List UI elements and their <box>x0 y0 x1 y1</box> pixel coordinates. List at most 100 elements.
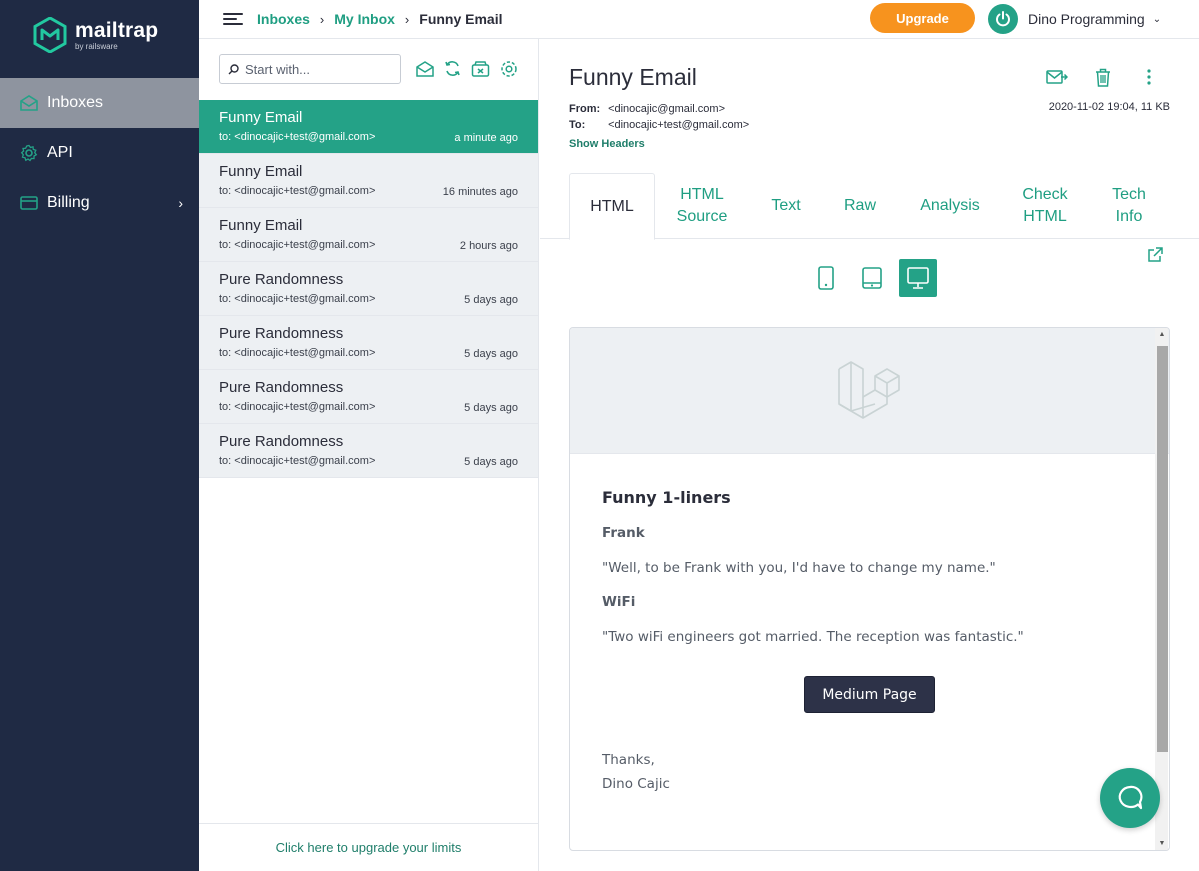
message-time: 2 hours ago <box>459 240 518 252</box>
email-banner <box>570 328 1169 454</box>
message-item[interactable]: Funny Email to: <dinocajic+test@gmail.co… <box>199 100 538 154</box>
medium-page-button[interactable]: Medium Page <box>804 676 935 713</box>
signature-line: Thanks, <box>602 752 655 768</box>
message-item[interactable]: Funny Email to: <dinocajic+test@gmail.co… <box>199 208 538 262</box>
mailtrap-logo-icon <box>33 17 67 53</box>
message-subject: Funny Email <box>219 217 303 234</box>
email-heading: Funny 1-liners <box>602 488 731 507</box>
message-actions <box>1045 65 1161 89</box>
gear-icon <box>19 143 39 163</box>
upgrade-limits-link[interactable]: Click here to upgrade your limits <box>199 823 538 871</box>
search-input[interactable] <box>245 61 395 77</box>
breadcrumb-separator: › <box>404 11 410 27</box>
more-options-icon[interactable] <box>1137 65 1161 89</box>
message-subject: Pure Randomness <box>219 271 344 288</box>
email-subheading: Frank <box>602 525 645 541</box>
message-date-size: 2020-11-02 19:04, 11 KB <box>1048 101 1170 113</box>
scroll-thumb[interactable] <box>1157 346 1168 752</box>
breadcrumb-my-inbox[interactable]: My Inbox <box>334 11 395 27</box>
message-meta: From: <dinocajic@gmail.com> To: <dinocaj… <box>569 101 749 133</box>
message-subject: Pure Randomness <box>219 325 344 342</box>
sidebar-nav: Inboxes API Billing › <box>0 78 199 228</box>
refresh-icon[interactable] <box>443 59 462 78</box>
tab-raw[interactable]: Raw <box>832 173 888 239</box>
chat-bubble-icon <box>1118 785 1143 810</box>
chevron-right-icon: › <box>178 195 183 211</box>
scroll-up-icon[interactable]: ▲ <box>1157 331 1167 338</box>
tab-analysis[interactable]: Analysis <box>910 173 990 239</box>
inbox-icon <box>19 93 39 113</box>
message-item[interactable]: Funny Email to: <dinocajic+test@gmail.co… <box>199 154 538 208</box>
open-new-window-icon[interactable] <box>1147 247 1165 265</box>
email-signature: Thanks, Dino Cajic <box>602 748 1137 796</box>
email-subheading: WiFi <box>602 594 636 610</box>
mailtrap-logo[interactable]: mailtrap by railsware <box>33 17 158 53</box>
top-bar: Inboxes › My Inbox › Funny Email Upgrade… <box>199 0 1199 39</box>
mark-read-icon[interactable] <box>415 59 434 78</box>
tab-html-source[interactable]: HTML Source <box>662 173 742 239</box>
message-time: 5 days ago <box>464 402 518 414</box>
mobile-view-icon[interactable] <box>807 259 845 297</box>
sidebar-item-billing[interactable]: Billing › <box>0 178 199 228</box>
sidebar-item-api[interactable]: API <box>0 128 199 178</box>
message-time: 5 days ago <box>464 348 518 360</box>
laravel-logo-icon <box>837 360 900 419</box>
message-list-pane: Funny Email to: <dinocajic+test@gmail.co… <box>199 39 539 871</box>
from-label: From: <box>569 103 601 115</box>
clear-inbox-icon[interactable] <box>471 59 490 78</box>
tab-check-html[interactable]: Check HTML <box>1013 173 1077 239</box>
message-subject: Pure Randomness <box>219 379 344 396</box>
breadcrumb-current: Funny Email <box>419 11 503 27</box>
to-address: <dinocajic+test@gmail.com> <box>608 119 750 131</box>
preview-scrollbar[interactable]: ▲ ▼ <box>1155 328 1168 850</box>
message-list: Funny Email to: <dinocajic+test@gmail.co… <box>199 100 538 478</box>
device-toggle <box>807 259 937 297</box>
email-body: Funny 1-liners Frank "Well, to be Frank … <box>570 454 1169 796</box>
power-icon <box>988 4 1018 34</box>
card-icon <box>19 193 39 213</box>
message-time: 5 days ago <box>464 456 518 468</box>
sidebar-item-label: API <box>47 144 73 161</box>
sidebar: mailtrap by railsware Inboxes API Billin… <box>0 0 199 871</box>
sidebar-item-label: Inboxes <box>47 94 104 111</box>
signature-line: Dino Cajic <box>602 776 670 792</box>
logo-subtitle: by railsware <box>75 41 118 51</box>
user-menu[interactable]: Dino Programming ⌄ <box>988 4 1161 34</box>
forward-email-icon[interactable] <box>1045 65 1069 89</box>
tab-tech-info[interactable]: Tech Info <box>1100 173 1158 239</box>
scroll-down-icon[interactable]: ▼ <box>1157 840 1167 847</box>
chat-support-button[interactable] <box>1100 768 1160 828</box>
message-subject: Funny Email <box>219 109 303 126</box>
trash-icon[interactable] <box>1091 65 1115 89</box>
search-box[interactable] <box>219 54 401 84</box>
sidebar-item-inboxes[interactable]: Inboxes <box>0 78 199 128</box>
message-item[interactable]: Pure Randomness to: <dinocajic+test@gmai… <box>199 370 538 424</box>
tab-html[interactable]: HTML <box>569 173 655 240</box>
search-icon <box>228 63 239 74</box>
upgrade-button[interactable]: Upgrade <box>870 3 975 33</box>
message-title: Funny Email <box>569 64 697 90</box>
to-label: To: <box>569 119 586 131</box>
chevron-down-icon: ⌄ <box>1152 13 1162 25</box>
message-time: 5 days ago <box>464 294 518 306</box>
message-item[interactable]: Pure Randomness to: <dinocajic+test@gmai… <box>199 316 538 370</box>
breadcrumb-inboxes[interactable]: Inboxes <box>257 11 310 27</box>
settings-icon[interactable] <box>499 59 518 78</box>
sidebar-item-label: Billing <box>47 194 90 211</box>
from-address: <dinocajic@gmail.com> <box>608 103 726 115</box>
message-item[interactable]: Pure Randomness to: <dinocajic+test@gmai… <box>199 424 538 478</box>
breadcrumb-separator: › <box>319 11 325 27</box>
view-tabs: HTML HTML Source Text Raw Analysis Check… <box>540 173 1199 240</box>
message-item[interactable]: Pure Randomness to: <dinocajic+test@gmai… <box>199 262 538 316</box>
desktop-view-icon[interactable] <box>899 259 937 297</box>
user-name: Dino Programming <box>1028 11 1145 27</box>
menu-toggle-icon[interactable] <box>223 10 243 28</box>
tablet-view-icon[interactable] <box>853 259 891 297</box>
message-time: a minute ago <box>454 132 518 144</box>
email-paragraph: "Two wiFi engineers got married. The rec… <box>602 629 1024 645</box>
show-headers-link[interactable]: Show Headers <box>569 138 645 150</box>
tab-text[interactable]: Text <box>758 173 814 239</box>
message-time: 16 minutes ago <box>442 186 518 198</box>
list-toolbar <box>415 59 518 78</box>
message-subject: Pure Randomness <box>219 433 344 450</box>
